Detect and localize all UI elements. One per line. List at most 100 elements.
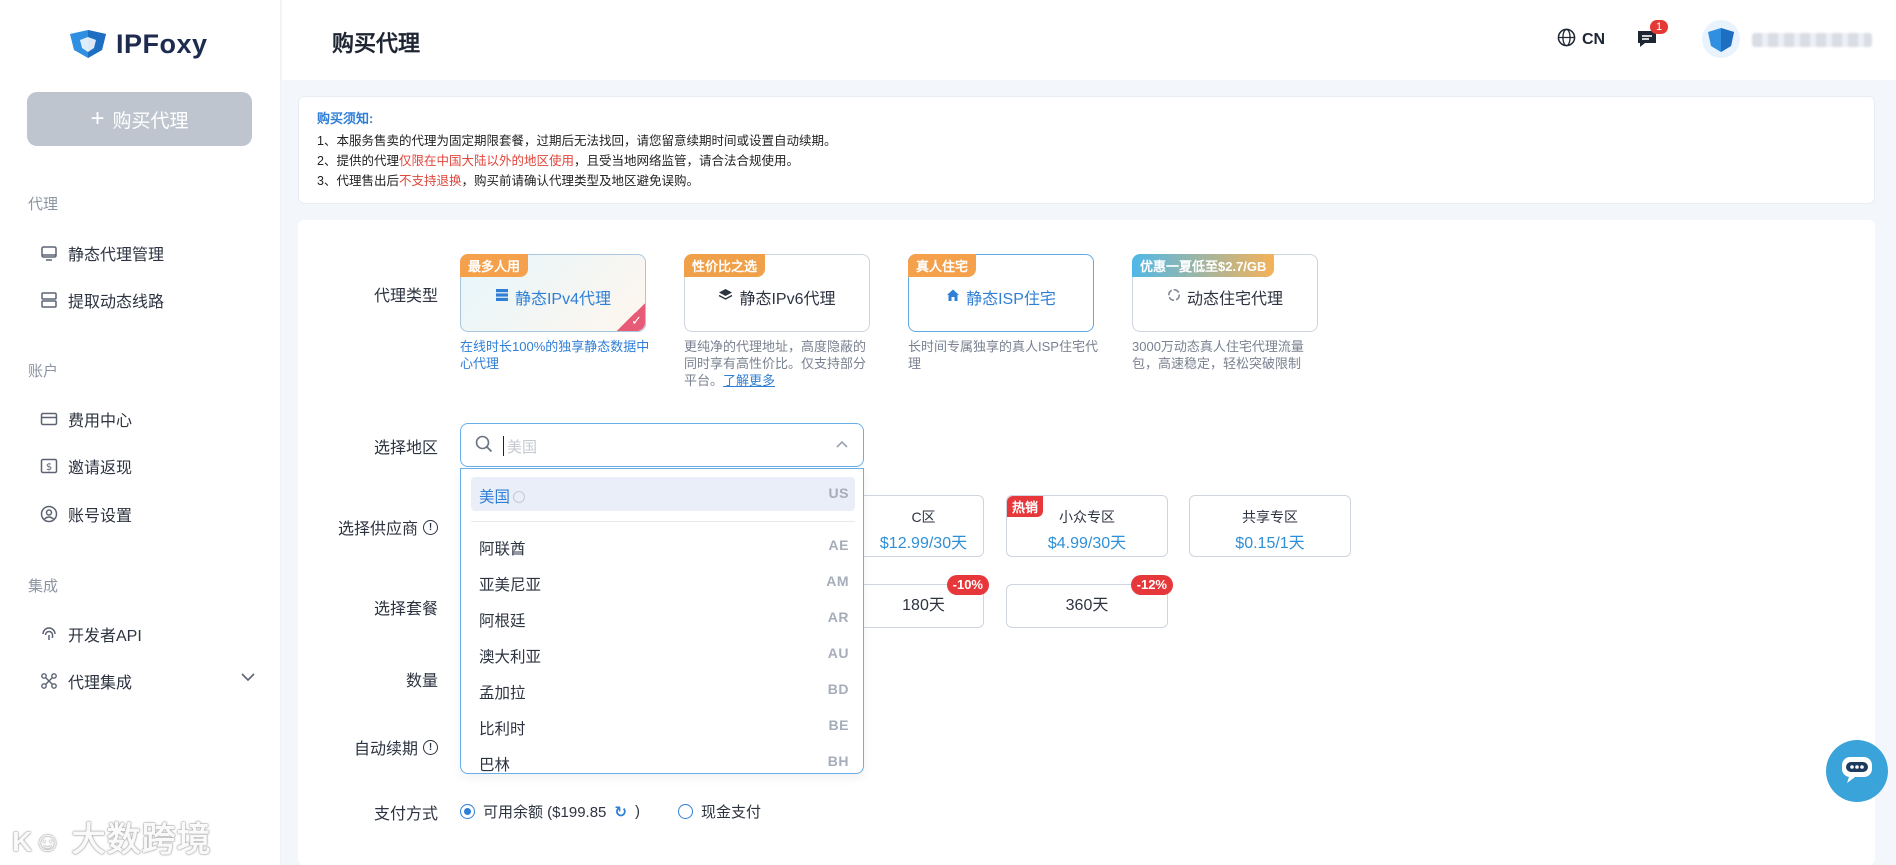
refresh-icon[interactable]: ↻ (614, 803, 627, 821)
sidebar-item-proxy-integration[interactable]: 代理集成 (40, 669, 260, 693)
option-name: 阿根廷 (479, 613, 526, 630)
payment-label: 支付方式 (373, 806, 438, 823)
payment-balance-option[interactable]: 可用余额 ($199.85 ↻ ) (460, 801, 640, 822)
sidebar-item-billing[interactable]: 费用中心 (40, 407, 132, 431)
sidebar-item-account-settings[interactable]: 账号设置 (40, 502, 132, 526)
balance-close: ) (634, 803, 640, 820)
nav-section-integration: 集成 (28, 578, 59, 595)
cash-label: 现金支付 (701, 804, 762, 821)
dropdown-divider (471, 521, 855, 522)
discount-badge: -10% (946, 575, 989, 595)
auto-renew-label-text: 自动续期 (353, 741, 418, 758)
region-option-ae[interactable]: 阿联酋 AE (479, 537, 849, 559)
region-option-am[interactable]: 亚美尼亚 AM (479, 573, 849, 595)
sidebar-item-referral[interactable]: $ 邀请返现 (40, 454, 132, 478)
payment-cash-option[interactable]: 现金支付 (678, 801, 761, 822)
option-name: 亚美尼亚 (479, 577, 542, 594)
provider-card-c[interactable]: C区 $12.99/30天 (864, 495, 984, 557)
proxy-type-name-text: 静态ISP住宅 (966, 291, 1056, 308)
option-code: BH (827, 753, 849, 769)
option-code: AM (826, 573, 849, 589)
region-option-us[interactable]: 美国 US (479, 485, 849, 507)
plan-180-days[interactable]: 180天 -10% (864, 575, 989, 628)
discount-badge: -12% (1130, 575, 1173, 595)
sidebar-item-label: 账号设置 (68, 508, 133, 525)
region-dropdown: 美国 US 阿联酋 AE 亚美尼亚 AM 阿根廷 AR 澳大利亚 AU 孟加拉 … (460, 468, 864, 774)
notice-line-1: 1、本服务售卖的代理为固定期限套餐，过期后无法找回，请您留意续期时间或设置自动续… (317, 134, 837, 148)
region-option-bh[interactable]: 巴林 BH (479, 753, 849, 774)
region-option-be[interactable]: 比利时 BE (479, 717, 849, 739)
proxy-type-tag: 性价比之选 (684, 254, 766, 277)
info-icon[interactable]: ! (423, 739, 438, 755)
provider-name: 共享专区 (1242, 509, 1298, 525)
avatar[interactable] (1702, 20, 1740, 58)
provider-card-niche[interactable]: 热销 小众专区 $4.99/30天 (1006, 495, 1168, 557)
monitor-icon (40, 244, 58, 262)
ipfoxy-logo-icon (68, 28, 108, 60)
messages-button[interactable]: 1 (1636, 20, 1668, 55)
sidebar: IPFoxy + 购买代理 代理 静态代理管理 提取动态线路 账户 费用中心 $… (0, 0, 281, 865)
option-name: 孟加拉 (479, 685, 526, 702)
sidebar-item-dynamic-lines[interactable]: 提取动态线路 (40, 288, 164, 312)
proxy-type-dynamic-residential[interactable]: 优惠一夏低至$2.7/GB 动态住宅代理 (1132, 254, 1318, 332)
provider-price: $0.15/1天 (1235, 535, 1305, 552)
brand-logo[interactable]: IPFoxy (68, 28, 208, 60)
chat-bubble-icon (1839, 754, 1875, 789)
proxy-type-static-ipv6[interactable]: 性价比之选 静态IPv6代理 (684, 254, 870, 332)
cycle-icon (1167, 288, 1181, 307)
option-code: BD (827, 681, 849, 697)
buy-proxy-button[interactable]: + 购买代理 (27, 92, 252, 146)
sidebar-item-static-proxy[interactable]: 静态代理管理 (40, 241, 164, 265)
home-icon (946, 288, 960, 307)
proxy-type-label: 代理类型 (373, 288, 438, 305)
option-code: US (828, 485, 849, 501)
watermark-text: 大数跨境 (71, 821, 212, 859)
top-header: 购买代理 CN 1 (282, 0, 1896, 80)
learn-more-link[interactable]: 了解更多 (723, 373, 775, 388)
plan-360-days[interactable]: 360天 -12% (1006, 575, 1173, 628)
notice-text: ，购买前请确认代理类型及地区避免误购。 (461, 174, 699, 188)
proxy-type-tag: 最多人用 (460, 254, 529, 277)
chat-icon (1636, 31, 1658, 54)
sidebar-item-label: 邀请返现 (68, 460, 133, 477)
provider-card-shared[interactable]: 共享专区 $0.15/1天 (1189, 495, 1351, 557)
region-option-ar[interactable]: 阿根廷 AR (479, 609, 849, 631)
proxy-type-name-text: 动态住宅代理 (1186, 291, 1283, 308)
region-search-input[interactable]: 美国 (460, 423, 864, 467)
option-name: 比利时 (479, 721, 526, 738)
notice-highlight: 仅限在中国大陆以外的地区使用 (398, 154, 574, 168)
fingerprint-icon (40, 625, 58, 643)
proxy-type-tag: 优惠一夏低至$2.7/GB (1132, 254, 1275, 277)
proxy-type-desc: 3000万动态真人住宅代理流量包，高速稳定，轻松突破限制 (1132, 339, 1304, 371)
nav-section-account: 账户 (28, 363, 59, 380)
option-code: AE (828, 537, 849, 553)
proxy-type-static-isp[interactable]: 真人住宅 静态ISP住宅 (908, 254, 1094, 332)
sidebar-item-label: 费用中心 (68, 413, 133, 430)
provider-label-text: 选择供应商 (337, 521, 418, 538)
language-switcher[interactable]: CN (1557, 28, 1605, 52)
chevron-down-icon[interactable] (240, 669, 256, 690)
proxy-type-tag: 真人住宅 (908, 254, 977, 277)
notice-highlight: 不支持退换 (398, 174, 462, 188)
radio-unselected[interactable] (678, 804, 693, 819)
buy-proxy-label: 购买代理 (112, 110, 189, 132)
proxy-type-static-ipv4[interactable]: 最多人用 静态IPv4代理 ✓ (460, 254, 646, 332)
region-option-bd[interactable]: 孟加拉 BD (479, 681, 849, 703)
watermark-logo: K☺ 大数跨境 (12, 821, 212, 859)
region-option-au[interactable]: 澳大利亚 AU (479, 645, 849, 667)
notice-line-2: 2、提供的代理仅限在中国大陆以外的地区使用，且受当地网络监管，请合法合规使用。 (317, 151, 1856, 171)
sidebar-item-developer-api[interactable]: 开发者API (40, 622, 142, 646)
chevron-up-icon[interactable] (835, 438, 849, 457)
plan-name: 360天 (1065, 597, 1109, 614)
username-blurred[interactable] (1752, 33, 1872, 47)
nav-section-proxy: 代理 (28, 196, 59, 213)
plus-icon: + (90, 105, 105, 132)
notice-line-3: 3、代理售出后不支持退换，购买前请确认代理类型及地区避免误购。 (317, 171, 1856, 191)
info-icon[interactable]: ! (423, 519, 438, 535)
server-icon (40, 291, 58, 309)
support-chat-button[interactable] (1826, 740, 1888, 802)
option-name: 巴林 (479, 757, 511, 774)
sidebar-item-label: 开发者API (68, 628, 142, 645)
radio-selected[interactable] (460, 804, 475, 819)
provider-name: C区 (911, 509, 936, 525)
